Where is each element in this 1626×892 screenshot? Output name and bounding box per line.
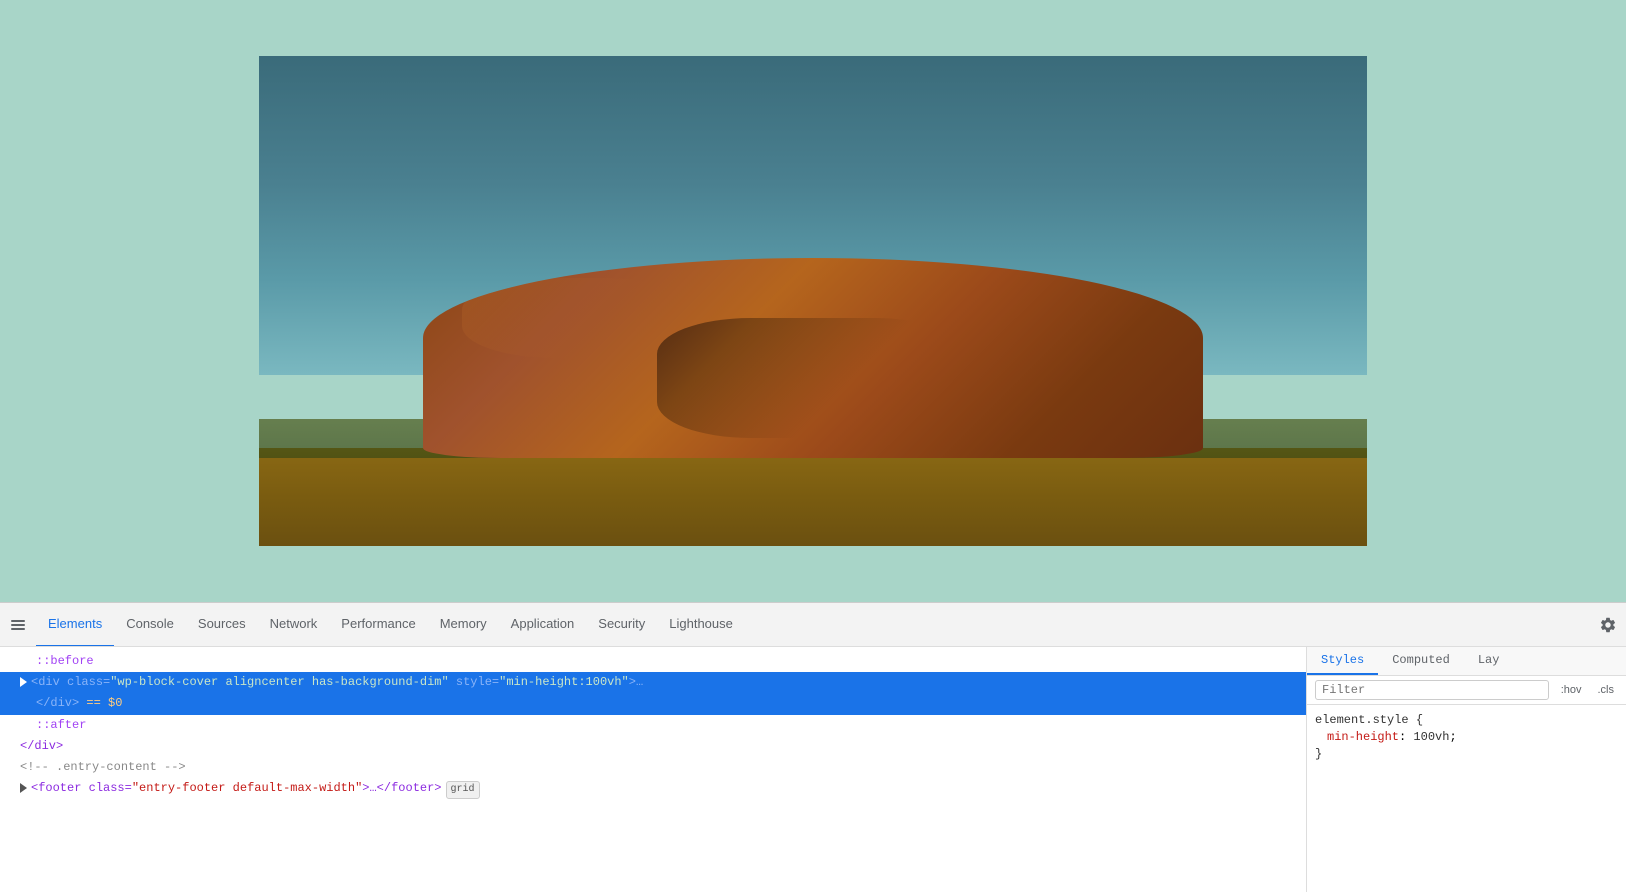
panel-toggle-button[interactable] xyxy=(4,611,32,639)
tab-memory[interactable]: Memory xyxy=(428,603,499,647)
html-line-div-cover[interactable]: <div class="wp-block-cover aligncenter h… xyxy=(0,672,1306,693)
tab-performance[interactable]: Performance xyxy=(329,603,427,647)
devtools-tab-bar: Elements Console Sources Network Perform… xyxy=(0,603,1626,647)
css-close-brace: } xyxy=(1315,747,1618,761)
devtools-panel: Elements Console Sources Network Perform… xyxy=(0,602,1626,892)
uluru-rock xyxy=(423,238,1203,458)
css-rule-element-style: element.style { min-height: 100vh; } xyxy=(1315,713,1618,761)
tab-layout[interactable]: Lay xyxy=(1464,647,1514,675)
webpage-image xyxy=(259,56,1367,546)
rock-body xyxy=(423,258,1203,458)
browser-viewport xyxy=(0,0,1626,602)
hov-filter-button[interactable]: :hov xyxy=(1557,682,1586,698)
settings-button[interactable] xyxy=(1594,611,1622,639)
ground-background xyxy=(259,448,1367,546)
styles-panel: Styles Computed Lay :hov .cls xyxy=(1306,647,1626,892)
styles-content: element.style { min-height: 100vh; } xyxy=(1307,705,1626,892)
tab-security[interactable]: Security xyxy=(586,603,657,647)
tab-elements[interactable]: Elements xyxy=(36,603,114,647)
styles-filter-input[interactable] xyxy=(1315,680,1549,700)
tab-lighthouse[interactable]: Lighthouse xyxy=(657,603,745,647)
css-property-line: min-height: 100vh; xyxy=(1315,727,1618,747)
rock-highlight xyxy=(462,278,696,358)
html-line-close-dollar[interactable]: </div> == $0 xyxy=(0,693,1306,714)
tab-styles[interactable]: Styles xyxy=(1307,647,1378,675)
html-line-footer[interactable]: <footer class="entry-footer default-max-… xyxy=(0,778,1306,800)
expand-triangle-footer[interactable] xyxy=(20,783,27,793)
rock-shadow xyxy=(657,318,969,438)
devtools-content: ::before <div class="wp-block-cover alig… xyxy=(0,647,1626,892)
html-line-close-div[interactable]: </div> xyxy=(0,736,1306,757)
tab-application[interactable]: Application xyxy=(499,603,587,647)
tab-network[interactable]: Network xyxy=(258,603,330,647)
html-line-after[interactable]: ::after xyxy=(0,715,1306,736)
tab-sources[interactable]: Sources xyxy=(186,603,258,647)
html-line-comment[interactable]: <!-- .entry-content --> xyxy=(0,757,1306,778)
cls-filter-button[interactable]: .cls xyxy=(1594,682,1619,698)
tab-console[interactable]: Console xyxy=(114,603,186,647)
styles-filter-bar: :hov .cls xyxy=(1307,676,1626,705)
styles-panel-tabs: Styles Computed Lay xyxy=(1307,647,1626,676)
html-line-before[interactable]: ::before xyxy=(0,651,1306,672)
layout-badge: grid xyxy=(446,781,480,799)
css-selector: element.style { xyxy=(1315,713,1618,727)
expand-triangle[interactable] xyxy=(20,677,27,687)
tab-computed[interactable]: Computed xyxy=(1378,647,1464,675)
elements-panel[interactable]: ::before <div class="wp-block-cover alig… xyxy=(0,647,1306,892)
